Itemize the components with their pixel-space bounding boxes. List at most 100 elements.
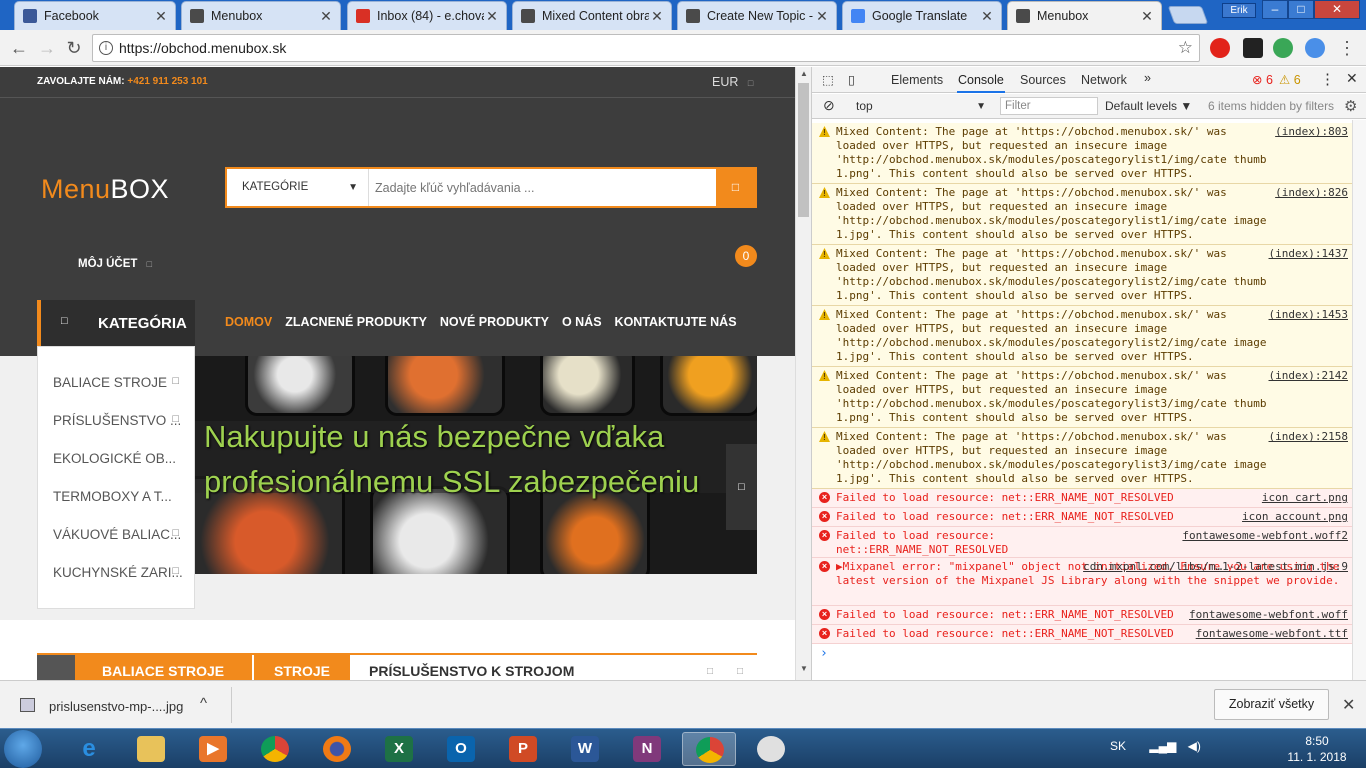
message-source-link[interactable]: (index):1453 xyxy=(1269,308,1348,322)
browser-tab[interactable]: Menubox ✕ xyxy=(1007,1,1162,30)
network-icon[interactable]: ▂▄▆ xyxy=(1149,739,1176,753)
phone-number[interactable]: +421 911 253 101 xyxy=(127,76,207,87)
browser-tab[interactable]: Inbox (84) - e.chova ✕ xyxy=(347,1,507,30)
prev-arrow-icon[interactable]: □ xyxy=(707,666,713,677)
page-scrollbar[interactable]: ▲ ▼ xyxy=(795,67,811,680)
volume-icon[interactable]: ◀) xyxy=(1188,739,1201,753)
category-item[interactable]: EKOLOGICKÉ OB... xyxy=(53,451,193,466)
search-input[interactable] xyxy=(375,175,705,200)
log-levels-select[interactable]: Default levels ▼ xyxy=(1105,99,1192,113)
error-count[interactable]: ⊗ 6 xyxy=(1252,72,1273,87)
nav-home[interactable]: DOMOV xyxy=(225,315,272,329)
minimize-button[interactable]: – xyxy=(1262,0,1288,19)
message-source-link[interactable]: (index):2158 xyxy=(1269,430,1348,444)
message-source-link[interactable]: (index):2142 xyxy=(1269,369,1348,383)
product-tab-machines[interactable]: STROJE xyxy=(254,655,350,680)
category-item[interactable]: TERMOBOXY A T... xyxy=(53,489,193,504)
console-error[interactable]: × icon account.png Failed to load resource… xyxy=(812,508,1352,527)
profile-button[interactable]: Erik xyxy=(1222,3,1256,18)
message-source-link[interactable]: cdn.mxpnl.com/libs/m…1-2-latest.min.js:9 xyxy=(1083,560,1348,574)
inspect-icon[interactable]: ⬚ xyxy=(822,72,834,87)
start-button[interactable] xyxy=(4,730,42,768)
category-item[interactable]: PRÍSLUŠENSTVO ... □ xyxy=(53,413,193,428)
taskbar-firefox[interactable] xyxy=(310,732,364,766)
close-download-bar-icon[interactable]: ✕ xyxy=(1342,695,1355,715)
taskbar-chrome-active[interactable] xyxy=(682,732,736,766)
message-source-link[interactable]: fontawesome-webfont.ttf xyxy=(1196,627,1348,641)
nav-contact[interactable]: KONTAKTUJTE NÁS xyxy=(615,315,737,329)
forward-button[interactable]: → xyxy=(36,37,58,59)
maximize-button[interactable]: □ xyxy=(1288,0,1314,19)
new-tab-button[interactable] xyxy=(1167,6,1209,24)
category-item[interactable]: KUCHYNSKÉ ZARI... □ xyxy=(53,565,193,580)
taskbar-onenote[interactable]: N xyxy=(620,732,674,766)
product-tab-packaging[interactable]: BALIACE STROJE xyxy=(75,655,252,680)
taskbar-app[interactable] xyxy=(744,732,798,766)
scrollbar-thumb[interactable] xyxy=(798,83,809,217)
nav-discounted[interactable]: ZLACNENÉ PRODUKTY xyxy=(285,315,427,329)
message-source-link[interactable]: fontawesome-webfont.woff2 xyxy=(1182,529,1348,543)
search-category-select[interactable]: KATEGÓRIE ▼ xyxy=(227,169,369,206)
console-filter-input[interactable]: Filter xyxy=(1000,97,1098,115)
more-tabs-icon[interactable]: » xyxy=(1144,71,1151,85)
taskbar-chrome[interactable] xyxy=(248,732,302,766)
tab-elements[interactable]: Elements xyxy=(891,73,943,87)
close-tab-icon[interactable]: ✕ xyxy=(979,8,995,25)
console-settings-icon[interactable]: ⚙ xyxy=(1344,97,1357,115)
product-tab-accessories[interactable]: PRÍSLUŠENSTVO K STROJOM xyxy=(369,655,574,680)
console-error[interactable]: × fontawesome-webfont.woff Failed to load … xyxy=(812,606,1352,625)
message-source-link[interactable]: (index):826 xyxy=(1275,186,1348,200)
close-tab-icon[interactable]: ✕ xyxy=(484,8,500,25)
browser-tab[interactable]: Facebook ✕ xyxy=(14,1,176,30)
taskbar-explorer[interactable] xyxy=(124,732,178,766)
close-tab-icon[interactable]: ✕ xyxy=(153,8,169,25)
category-item[interactable]: VÁKUOVÉ BALIAC... □ xyxy=(53,527,193,542)
language-indicator[interactable]: SK xyxy=(1110,739,1126,753)
console-warning[interactable]: ! (index):1453 Mixed Content: The page at … xyxy=(812,306,1352,367)
console-error[interactable]: × icon cart.png Failed to load resource: n… xyxy=(812,489,1352,508)
browser-tab[interactable]: Create New Topic - ✕ xyxy=(677,1,837,30)
clock[interactable]: 8:50 11. 1. 2018 xyxy=(1287,733,1347,765)
scroll-up-icon[interactable]: ▲ xyxy=(796,69,812,83)
bookmark-star-icon[interactable]: ☆ xyxy=(1178,35,1193,61)
cart-count-badge[interactable]: 0 xyxy=(735,245,757,267)
devtools-menu-icon[interactable]: ⋮ xyxy=(1320,70,1335,88)
next-arrow-icon[interactable]: □ xyxy=(737,666,743,677)
site-info-icon[interactable]: i xyxy=(99,41,113,55)
nav-about[interactable]: O NÁS xyxy=(562,315,602,329)
console-error[interactable]: × cdn.mxpnl.com/libs/m…1-2-latest.min.js:… xyxy=(812,558,1352,606)
taskbar-ie[interactable]: e xyxy=(62,732,116,766)
message-source-link[interactable]: (index):1437 xyxy=(1269,247,1348,261)
nav-new-products[interactable]: NOVÉ PRODUKTY xyxy=(440,315,549,329)
search-button[interactable]: □ xyxy=(716,169,755,206)
message-source-link[interactable]: (index):803 xyxy=(1275,125,1348,139)
reload-button[interactable]: ↻ xyxy=(63,37,85,59)
download-extension-icon[interactable] xyxy=(1305,38,1325,58)
console-warning[interactable]: ! (index):2142 Mixed Content: The page at … xyxy=(812,367,1352,428)
clear-console-icon[interactable]: ⊘ xyxy=(823,97,835,114)
back-button[interactable]: ← xyxy=(8,37,30,59)
address-bar[interactable]: i https://obchod.menubox.sk ☆ xyxy=(92,34,1200,62)
console-warning[interactable]: ! (index):1437 Mixed Content: The page at … xyxy=(812,245,1352,306)
message-source-link[interactable]: icon account.png xyxy=(1242,510,1348,524)
hero-slider[interactable]: Nakupujte u nás bezpečne vďaka profesion… xyxy=(195,356,757,574)
tab-network[interactable]: Network xyxy=(1081,73,1127,87)
scroll-down-icon[interactable]: ▼ xyxy=(796,664,812,678)
browser-tab[interactable]: Google Translate ✕ xyxy=(842,1,1002,30)
taskbar-powerpoint[interactable]: P xyxy=(496,732,550,766)
browser-tab[interactable]: Menubox ✕ xyxy=(181,1,341,30)
chevron-up-icon[interactable]: ^ xyxy=(200,695,207,712)
console-error[interactable]: × fontawesome-webfont.ttf Failed to load r… xyxy=(812,625,1352,644)
extension-icon-2[interactable] xyxy=(1273,38,1293,58)
opera-extension-icon[interactable] xyxy=(1210,38,1230,58)
device-toolbar-icon[interactable]: ▯ xyxy=(848,72,855,87)
category-item[interactable]: BALIACE STROJE □ xyxy=(53,375,193,390)
my-account-link[interactable]: MÔJ ÚČET □ xyxy=(78,258,152,270)
close-tab-icon[interactable]: ✕ xyxy=(814,8,830,25)
taskbar-outlook[interactable]: O xyxy=(434,732,488,766)
taskbar-word[interactable]: W xyxy=(558,732,612,766)
category-menu-toggle[interactable]: □ KATEGÓRIA xyxy=(37,300,195,346)
console-warning[interactable]: ! (index):826 Mixed Content: The page at '… xyxy=(812,184,1352,245)
currency-selector[interactable]: EUR □ xyxy=(712,75,753,89)
tab-sources[interactable]: Sources xyxy=(1020,73,1066,87)
